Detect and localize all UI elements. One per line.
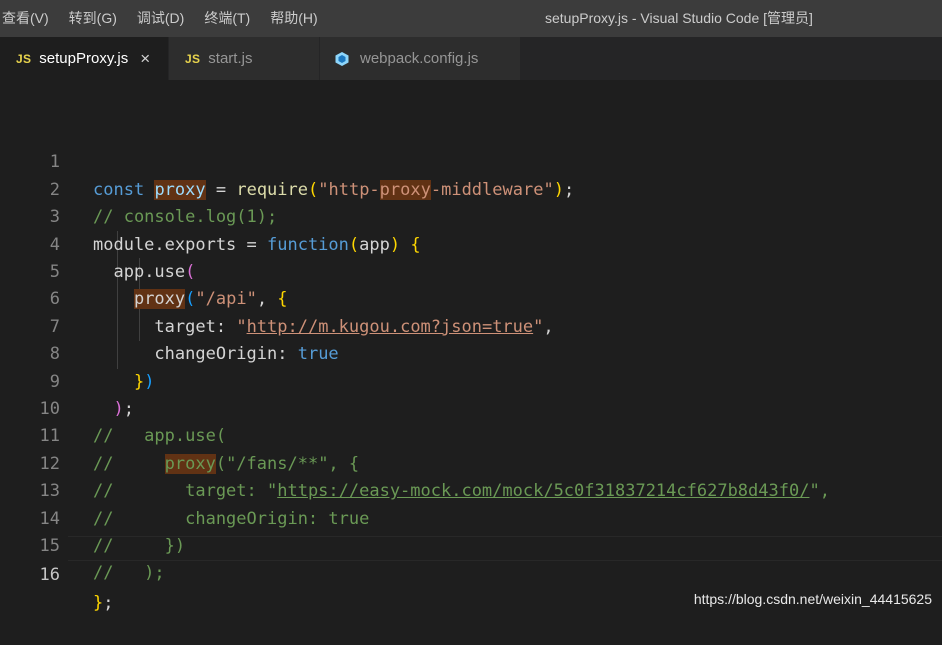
tab-label: webpack.config.js — [360, 50, 479, 67]
window-title: setupProxy.js - Visual Studio Code [管理员] — [545, 10, 813, 26]
js-file-icon: JS — [16, 51, 32, 66]
code-line-8: 8 }) — [0, 314, 942, 391]
tab-webpack-config[interactable]: webpack.config.js — [320, 37, 521, 80]
code-line-13: 13 // changeOrigin: true — [0, 451, 942, 528]
menu-debug[interactable]: 调试(D) — [127, 0, 194, 37]
js-file-icon: JS — [185, 51, 201, 66]
menu-view[interactable]: 查看(V) — [0, 0, 59, 37]
code-line-3: 3 module.exports = function(app) { — [0, 177, 942, 254]
code-line-9: 9 ); — [0, 341, 942, 419]
tab-label: start.js — [208, 50, 253, 67]
editor-tab-bar: JS setupProxy.js × JS start.js webpack.c… — [0, 37, 942, 80]
title-menu-bar: 查看(V) 转到(G) 调试(D) 终端(T) 帮助(H) setupProxy… — [0, 0, 942, 37]
code-line-6: 6 target: "http://m.kugou.com?json=true"… — [0, 259, 942, 336]
code-line-4: 4 app.use( — [0, 204, 942, 282]
code-line-11: 11 // proxy("/fans/**", { — [0, 396, 942, 474]
close-icon[interactable]: × — [140, 49, 150, 69]
code-line-14: 14 // }) — [0, 478, 942, 556]
code-line-2: 2 // console.log(1); — [0, 149, 942, 227]
menu-help[interactable]: 帮助(H) — [260, 0, 327, 37]
code-editor[interactable]: 1 const proxy = require("http-proxy-midd… — [0, 80, 942, 617]
menu-list: 查看(V) 转到(G) 调试(D) 终端(T) 帮助(H) — [0, 0, 328, 37]
menu-go[interactable]: 转到(G) — [59, 0, 127, 37]
line-number: 16 — [39, 565, 60, 586]
code-line-5: 5 proxy("/api", { — [0, 232, 942, 310]
code-line-15: 15 // ); — [0, 506, 942, 583]
tab-label: setupProxy.js — [39, 50, 129, 67]
code-line-7: 7 changeOrigin: true — [0, 286, 942, 364]
code-line-1: 1 const proxy = require("http-proxy-midd… — [0, 122, 942, 200]
code-line-10: 10 // app.use( — [0, 369, 942, 446]
menu-terminal[interactable]: 终端(T) — [194, 0, 260, 37]
watermark-text: https://blog.csdn.net/weixin_44415625 — [693, 591, 932, 607]
tab-setupproxy[interactable]: JS setupProxy.js × — [0, 37, 169, 80]
code-line-12: 12 // target: "https://easy-mock.com/moc… — [0, 423, 942, 501]
tab-start[interactable]: JS start.js — [169, 37, 320, 80]
webpack-cube-icon — [335, 51, 349, 66]
code-line-16: 16 }; — [0, 535, 942, 612]
